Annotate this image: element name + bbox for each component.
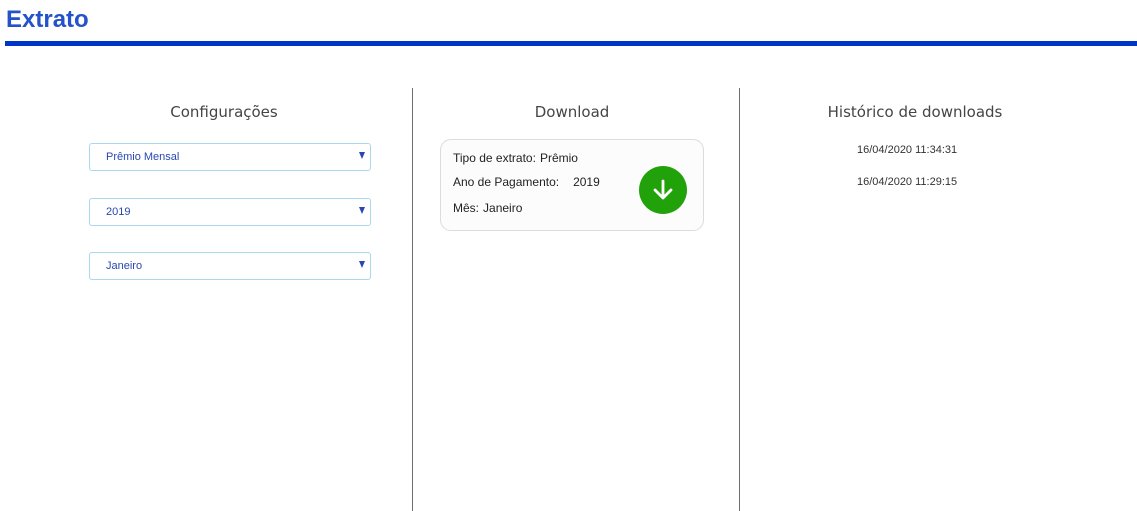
page-title: Extrato [6,6,89,33]
column-divider [739,88,740,511]
mes-select[interactable]: Janeiro [89,252,371,280]
download-button[interactable] [639,166,687,214]
tipo-extrato-select-value: Prêmio Mensal [106,151,180,163]
ano-pagamento-value: 2019 [573,175,600,189]
chevron-down-icon [359,207,365,214]
arrow-down-icon [653,179,673,200]
ano-pagamento-row: Ano de Pagamento: 2019 [453,175,600,189]
tipo-extrato-row: Tipo de extrato: Prêmio [453,151,578,165]
mes-label: Mês: [453,201,480,215]
mes-row: Mês: Janeiro [453,201,522,215]
config-heading: Configurações [170,103,278,121]
mes-select-value: Janeiro [106,260,143,272]
ano-select-value: 2019 [106,206,131,218]
chevron-down-icon [359,261,365,268]
history-item: 16/04/2020 11:29:15 [857,176,958,188]
ano-pagamento-label: Ano de Pagamento: [453,175,560,189]
history-item: 16/04/2020 11:34:31 [857,144,958,156]
history-heading: Histórico de downloads [827,103,1003,121]
tipo-extrato-label: Tipo de extrato: [453,151,536,165]
tipo-extrato-value: Prêmio [539,151,578,165]
download-heading: Download [534,103,610,121]
ano-select[interactable]: 2019 [89,198,371,226]
title-divider [5,41,1137,46]
tipo-extrato-select[interactable]: Prêmio Mensal [89,143,371,171]
download-card: Tipo de extrato: Prêmio Ano de Pagamento:… [440,139,704,231]
chevron-down-icon [359,152,365,159]
column-divider [412,88,413,511]
mes-value: Janeiro [483,201,523,215]
